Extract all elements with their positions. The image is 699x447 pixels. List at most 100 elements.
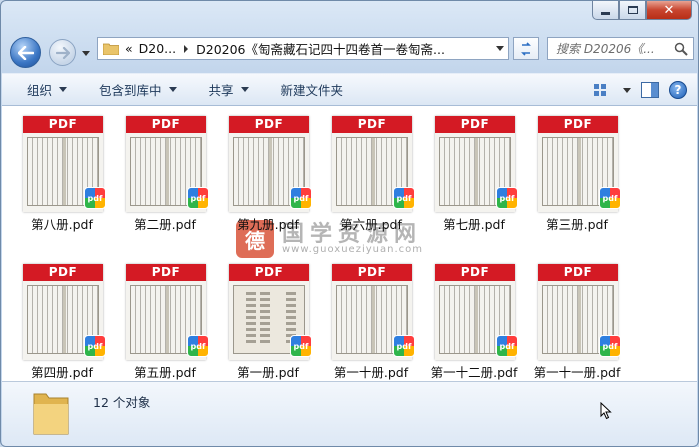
file-item[interactable]: PDF pdf 第一十二册.pdf [424,259,518,381]
pdf-app-icon: pdf [599,335,621,357]
pdf-app-icon: pdf [187,187,209,209]
preview-pane-button[interactable] [641,82,659,98]
pdf-banner: PDF [23,264,103,281]
file-item[interactable]: PDF pdf 第六册.pdf [321,111,415,239]
file-name: 第九册.pdf [237,217,299,232]
file-item[interactable]: PDF pdf 第一十一册.pdf [527,259,621,381]
pdf-app-icon: pdf [393,335,415,357]
search-icon [674,42,688,56]
breadcrumb-parent[interactable]: D20... [139,41,176,56]
share-label: 共享 [208,83,234,98]
toolbar-right: ? [589,80,687,100]
address-dropdown-button[interactable] [496,46,504,51]
pdf-app-icon: pdf [84,335,106,357]
file-item[interactable]: PDF pdf 第八册.pdf [12,111,106,239]
chevron-down-icon [59,87,68,92]
include-in-library-menu[interactable]: 包含到库中 [79,73,189,106]
refresh-button[interactable] [513,37,539,60]
close-button[interactable]: ✕ [646,1,692,20]
file-item[interactable]: PDF pdf 第二册.pdf [115,111,209,239]
folder-icon [103,43,119,55]
file-name: 第八册.pdf [31,217,93,232]
arrow-right-icon [55,46,70,59]
cover-text-strip [246,292,256,344]
arrow-left-icon [17,45,34,60]
recent-pages-button[interactable] [81,46,91,60]
chevron-down-icon [240,87,249,92]
file-name: 第四册.pdf [31,365,93,380]
organize-menu[interactable]: 组织 [2,73,79,106]
watermark-url: www.guoxueziyuan.com [282,244,423,255]
help-icon: ? [674,83,682,97]
pdf-banner: PDF [538,264,618,281]
file-name: 第六册.pdf [340,217,402,232]
breadcrumb-current[interactable]: D20206《匋斋藏石记四十四卷首一卷匋斋... [196,39,445,58]
new-folder-label: 新建文件夹 [280,83,344,98]
file-list-area[interactable]: 德 国学资源网 www.guoxueziyuan.com PDF pdf 第八册.p… [2,106,697,381]
forward-button[interactable] [49,39,76,66]
back-button[interactable] [10,37,41,68]
pdf-banner: PDF [332,116,412,133]
pdf-app-icon: pdf [496,335,518,357]
file-name: 第七册.pdf [443,217,505,232]
maximize-icon [627,6,638,14]
caption-buttons: ✕ [592,1,692,21]
file-item[interactable]: PDF pdf 第一册.pdf [218,259,312,381]
navigation-row: « D20... D20206《匋斋藏石记四十四卷首一卷匋斋... [7,34,694,68]
file-name: 第一十册.pdf [333,365,409,380]
view-grid-icon [594,84,606,96]
file-name: 第一十一册.pdf [533,365,621,380]
address-overflow[interactable]: « [125,41,133,56]
new-folder-button[interactable]: 新建文件夹 [261,73,356,106]
pdf-app-icon: pdf [290,187,312,209]
file-item[interactable]: PDF pdf 第五册.pdf [115,259,209,381]
item-count: 12 个对象 [93,395,151,410]
include-in-library-label: 包含到库中 [99,83,162,98]
explorer-window: ✕ « D20... D20206《匋斋藏石记四十四卷首一卷匋斋... 组织 包… [0,0,699,447]
organize-label: 组织 [27,83,53,98]
file-item[interactable]: PDF pdf 第九册.pdf [218,111,312,239]
minimize-button[interactable] [592,1,619,20]
share-menu[interactable]: 共享 [189,73,261,106]
chevron-down-icon [168,87,177,92]
address-bar[interactable]: « D20... D20206《匋斋藏石记四十四卷首一卷匋斋... [97,37,509,60]
pdf-banner: PDF [229,116,309,133]
chevron-down-icon [496,46,504,51]
folder-icon [33,393,69,435]
chevron-down-icon [82,50,90,56]
pdf-banner: PDF [126,264,206,281]
details-pane: 12 个对象 [2,381,697,446]
file-name: 第一十二册.pdf [430,365,518,380]
pdf-banner: PDF [538,116,618,133]
search-input[interactable] [556,41,674,56]
pdf-banner: PDF [435,116,515,133]
file-name: 第二册.pdf [134,217,196,232]
mouse-cursor-icon [600,402,612,420]
view-dropdown-icon[interactable] [623,87,631,93]
pdf-app-icon: pdf [599,187,621,209]
file-name: 第三册.pdf [546,217,608,232]
search-box[interactable] [547,37,694,60]
pdf-app-icon: pdf [290,335,312,357]
file-item[interactable]: PDF pdf 第三册.pdf [527,111,621,239]
pdf-app-icon: pdf [84,187,106,209]
pdf-app-icon: pdf [187,335,209,357]
file-item[interactable]: PDF pdf 第四册.pdf [12,259,106,381]
change-view-button[interactable] [589,80,613,100]
command-bar: 组织 包含到库中 共享 新建文件夹 ? [2,73,697,106]
file-item[interactable]: PDF pdf 第七册.pdf [424,111,518,239]
breadcrumb-separator-icon[interactable] [184,44,189,53]
close-icon: ✕ [663,2,675,18]
pdf-banner: PDF [126,116,206,133]
pdf-app-icon: pdf [496,187,518,209]
pdf-banner: PDF [23,116,103,133]
maximize-button[interactable] [619,1,646,20]
help-button[interactable]: ? [669,81,687,99]
pdf-banner: PDF [435,264,515,281]
file-name: 第一册.pdf [237,365,299,380]
file-item[interactable]: PDF pdf 第一十册.pdf [321,259,415,381]
pdf-banner: PDF [332,264,412,281]
refresh-icon [521,41,531,56]
pdf-app-icon: pdf [393,187,415,209]
minimize-icon [601,11,610,15]
